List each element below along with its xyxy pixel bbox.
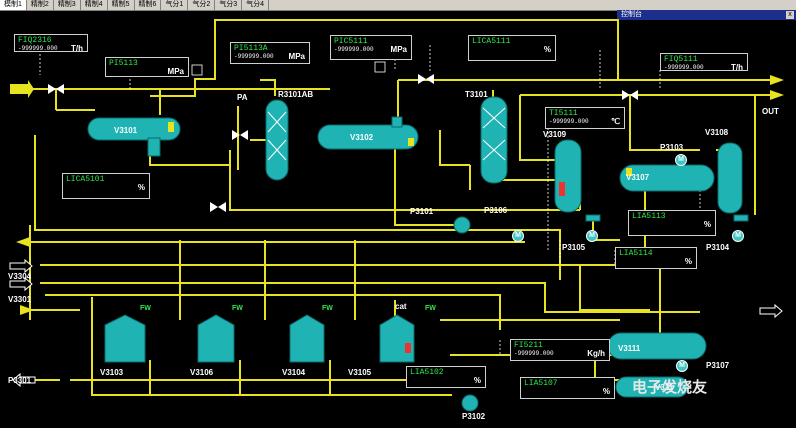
motor-icon[interactable]: M	[586, 230, 598, 242]
tag-lia5107[interactable]: LIA5107%	[520, 377, 615, 399]
tag-pic5111[interactable]: PIC5111 -999999.000 MPa	[330, 35, 412, 60]
tag-name: PIC5111	[334, 37, 368, 46]
label-v3105: V3105	[348, 368, 372, 377]
label-v3102: V3102	[350, 133, 374, 142]
tag-value: -999999.000	[514, 350, 554, 357]
tag-unit: Kg/h	[587, 349, 605, 358]
label-cat: cat	[395, 302, 407, 311]
recycle-line	[579, 265, 650, 311]
tag-unit: MPa	[167, 67, 184, 76]
tag-unit: MPa	[390, 45, 407, 54]
tag-name: PI5113A	[234, 44, 268, 53]
label-v3101: V3101	[114, 126, 138, 135]
watermark: 电子发烧友	[632, 378, 708, 396]
label-out: OUT	[762, 107, 779, 116]
label-v3109: V3109	[543, 130, 567, 139]
tag-value: -999999.000	[234, 53, 274, 60]
tag-ti5111[interactable]: TI5111 -999999.000 ℃	[545, 107, 625, 129]
label-v3107: V3107	[626, 173, 650, 182]
v3102-line	[394, 79, 770, 226]
out-arrow-2	[770, 90, 784, 100]
tag-name: TI5111	[549, 109, 578, 118]
return-arrow	[16, 237, 30, 247]
tag-value: -999999.000	[334, 46, 374, 53]
out-arrow-1	[770, 75, 784, 85]
tag-unit: %	[684, 257, 692, 266]
label-v3104: V3104	[282, 368, 306, 377]
tag-unit: T/h	[71, 44, 83, 53]
tag-pi5113[interactable]: PI5113 MPa	[105, 57, 189, 77]
tag-value: -999999.000	[18, 45, 58, 52]
label-v3111: V3111	[618, 344, 641, 353]
tag-name: LICA5101	[66, 175, 105, 184]
tag-name: FIQ5111	[664, 55, 698, 64]
label-p3101: P3101	[410, 207, 434, 216]
tag-lia5114[interactable]: LIA5114%	[615, 247, 697, 269]
tag-name: LIA5113	[632, 212, 666, 221]
motor-icon[interactable]: M	[675, 154, 687, 166]
fw-marker: FW	[322, 305, 333, 312]
label-p3102: P3102	[462, 412, 486, 421]
label-v3103: V3103	[100, 368, 124, 377]
motor-icon[interactable]: M	[732, 230, 744, 242]
tag-unit: %	[543, 45, 551, 54]
signal-lines	[39, 45, 701, 355]
label-p3301: P3301	[8, 376, 32, 385]
v3109-bottom	[579, 180, 620, 241]
tag-unit: ℃	[611, 117, 620, 126]
tag-fi5211[interactable]: FI5211 -999999.000 Kg/h	[510, 339, 610, 361]
feed-arrow-in	[10, 80, 34, 98]
label-v3106: V3106	[190, 368, 214, 377]
tag-unit: %	[602, 387, 610, 396]
header-283	[40, 282, 700, 313]
tag-name: LICA5111	[472, 37, 511, 46]
motor-icon[interactable]: M	[512, 230, 524, 242]
tag-unit: MPa	[288, 52, 305, 61]
tag-unit: %	[137, 183, 145, 192]
label-v3304: V3304	[8, 272, 32, 281]
label-p3106: P3106	[484, 206, 508, 215]
label-v3301: V3301	[8, 295, 32, 304]
tag-unit: %	[703, 220, 711, 229]
drain-lines	[70, 360, 455, 395]
fw-marker: FW	[425, 305, 436, 312]
label-v3108: V3108	[705, 128, 729, 137]
tag-fiq5111[interactable]: FIQ5111 -999999.000 T/h	[660, 53, 748, 72]
motor-icon[interactable]: M	[676, 360, 688, 372]
tag-name: LIA5114	[619, 249, 653, 258]
tag-pi5113a[interactable]: PI5113A -999999.000 MPa	[230, 42, 310, 64]
vessel-feeds	[179, 240, 396, 330]
tag-value: -999999.000	[664, 64, 704, 71]
t3101-bottom	[439, 130, 471, 190]
fw-marker: FW	[232, 305, 243, 312]
tag-value: -999999.000	[549, 118, 589, 125]
label-t3101: T3101	[465, 90, 488, 99]
tag-name: FIQ2316	[18, 36, 52, 45]
tag-name: LIA5102	[410, 368, 444, 377]
tag-name: FI5211	[514, 341, 543, 350]
tag-lia5113[interactable]: LIA5113%	[628, 210, 716, 236]
v3101-bottom-line	[149, 140, 580, 211]
tag-fiq2316[interactable]: FIQ2316 -999999.000 T/h	[14, 34, 88, 53]
tag-unit: T/h	[731, 63, 743, 72]
label-p3107: P3107	[706, 361, 730, 370]
label-p3105: P3105	[562, 243, 586, 252]
label-p3103: P3103	[660, 143, 684, 152]
feed-arrow-lower	[20, 305, 34, 315]
fw-marker: FW	[140, 305, 151, 312]
tag-unit: %	[473, 376, 481, 385]
tag-lica5111[interactable]: LICA5111%	[468, 35, 556, 61]
tag-lica5101[interactable]: LICA5101%	[62, 173, 150, 199]
label-p3104: P3104	[706, 243, 730, 252]
tag-name: LIA5107	[524, 379, 558, 388]
label-r3101ab: R3101AB	[278, 90, 314, 99]
tag-name: PI5113	[109, 59, 138, 68]
tag-lia5102[interactable]: LIA5102%	[406, 366, 486, 388]
label-pa: PA	[237, 93, 248, 102]
